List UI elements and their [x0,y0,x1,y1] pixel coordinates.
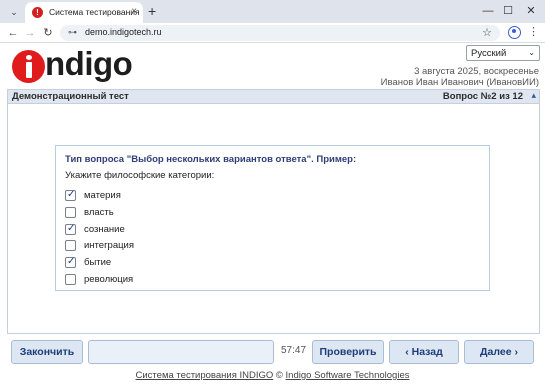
forward-arrow-icon[interactable]: → [22,25,38,41]
next-button[interactable]: Далее › [464,340,534,364]
more-menu-icon[interactable]: ⋮ [528,25,539,38]
reload-icon[interactable]: ↻ [40,25,56,41]
question-counter: Вопрос №2 из 12 [442,91,523,102]
page-footer: Система тестирования INDIGO © Indigo Sof… [0,370,545,381]
answer-option-label: бытие [84,257,112,268]
back-arrow-icon[interactable]: ← [5,25,21,41]
answer-status-bar [88,340,274,364]
address-bar[interactable]: ⊶ demo.indigotech.ru ☆ [60,25,500,41]
answer-option-label: материя [84,190,121,201]
profile-icon[interactable] [508,26,521,39]
url-text[interactable]: demo.indigotech.ru [85,27,162,37]
checkbox[interactable] [65,274,76,285]
checkbox[interactable] [65,256,76,268]
answer-option-label: сознание [84,224,125,235]
check-button[interactable]: Проверить [312,340,384,364]
copyright-sign: © [275,370,283,381]
logo-i-icon [12,50,45,83]
language-value: Русский [471,48,507,59]
question-text: Укажите философские категории: [65,170,215,181]
site-info-icon[interactable]: ⊶ [68,27,77,38]
system-link[interactable]: Система тестирования INDIGO [136,370,274,381]
question-type-title: Тип вопроса "Выбор нескольких вариантов … [65,154,357,165]
bookmark-star-icon[interactable]: ☆ [482,26,492,39]
browser-tab[interactable]: ! Система тестирования × [25,2,143,23]
tab-close-icon[interactable]: × [131,6,137,17]
logo-text: ndigo [45,45,133,82]
back-button[interactable]: ‹ Назад [389,340,459,364]
question-box: Тип вопроса "Выбор нескольких вариантов … [55,145,490,291]
answer-option-label: революция [84,274,134,285]
language-select[interactable]: Русский ⌄ [466,45,540,61]
browser-toolbar: ← → ↻ ⊶ demo.indigotech.ru ☆ ⋮ [0,23,545,43]
minimize-button[interactable]: — [478,3,498,19]
chevron-down-icon: ⌄ [528,48,535,57]
maximize-button[interactable]: ☐ [498,3,518,19]
checkbox[interactable] [65,189,76,201]
user-name: Иванов Иван Иванович (ИвановИИ) [380,77,539,88]
company-link[interactable]: Indigo Software Technologies [286,370,410,381]
collapse-icon[interactable]: ▴ [531,90,536,101]
tab-search-icon[interactable]: ⌄ [7,5,21,19]
current-date: 3 августа 2025, воскресенье [414,66,539,77]
test-name: Демонстрационный тест [12,91,129,102]
close-window-button[interactable]: ✕ [521,3,541,19]
page: ndigo Русский ⌄ 3 августа 2025, воскресе… [0,43,545,385]
finish-button[interactable]: Закончить [11,340,83,364]
answer-option-label: власть [84,207,114,218]
checkbox[interactable] [65,240,76,251]
checkbox[interactable] [65,223,76,235]
favicon-icon: ! [32,7,43,18]
timer: 57:47 [281,345,307,356]
indigo-logo: ndigo [12,45,133,84]
new-tab-button[interactable]: + [148,3,156,19]
answer-option-label: интеграция [84,240,135,251]
browser-tab-bar: ⌄ ! Система тестирования × + — ☐ ✕ [0,0,545,23]
tab-title: Система тестирования [49,7,140,17]
checkbox[interactable] [65,207,76,218]
test-panel-header: Демонстрационный тест Вопрос №2 из 12 ▴ [7,89,540,104]
